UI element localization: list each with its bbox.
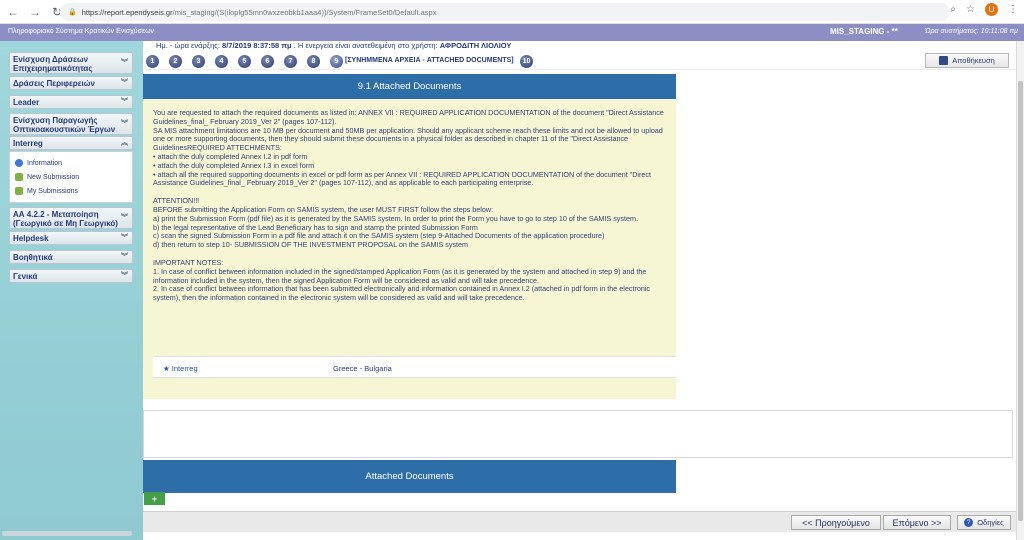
attached-documents-header: Attached Documents bbox=[143, 460, 676, 493]
sidebar-item-leader[interactable]: Leader ︾ bbox=[9, 95, 133, 109]
address-bar[interactable]: 🔒 https://report.ependyseis.gr/mis_stagi… bbox=[60, 3, 950, 21]
zoom-icon[interactable]: ⌕ bbox=[950, 4, 956, 15]
add-document-button[interactable]: + bbox=[144, 492, 165, 505]
lock-icon: 🔒 bbox=[68, 9, 77, 16]
step-6-button[interactable]: 6 bbox=[261, 55, 274, 68]
chevron-down-icon: ︾ bbox=[121, 120, 128, 128]
sidebar-item-processing[interactable]: ΑΑ 4.2.2 - Μεταποίηση (Γεωργικό σε Μη Γε… bbox=[9, 207, 133, 229]
submenu-item-my-submissions[interactable]: My Submissions bbox=[15, 187, 78, 195]
program-row: ★ Interreg Greece - Bulgaria bbox=[153, 356, 676, 378]
program-region: Greece - Bulgaria bbox=[333, 364, 392, 373]
system-time: Ώρα συστήματος: 10:11:08 πμ bbox=[925, 28, 1018, 35]
step-5-button[interactable]: 5 bbox=[238, 55, 251, 68]
url-host: https://report.ependyseis.gr bbox=[81, 7, 173, 17]
browser-actions: ⌕ ☆ U ⋮ bbox=[950, 3, 1018, 16]
page-scrollbar[interactable] bbox=[1016, 41, 1024, 540]
step-3-button[interactable]: 3 bbox=[192, 55, 205, 68]
new-submission-icon bbox=[15, 173, 23, 181]
help-label: Οδηγίες bbox=[977, 518, 1004, 527]
sidebar-item-label: Δράσεις Περιφερειών bbox=[13, 79, 95, 88]
browser-menu-icon[interactable]: ⋮ bbox=[1008, 4, 1018, 15]
step-8-button[interactable]: 8 bbox=[307, 55, 320, 68]
step-10-button[interactable]: 10 bbox=[520, 55, 533, 68]
sidebar: Ενίσχυση Δράσεων Επιχειρηματικότητας ︾ Δ… bbox=[0, 41, 143, 540]
main-content: Ημ. - ώρα ενάρξης: 8/7/2019 8:37:58 πμ .… bbox=[143, 41, 1016, 540]
page-scrollbar-thumb[interactable] bbox=[1018, 81, 1023, 521]
step-bar: 1 2 3 4 5 6 7 8 9 [ΣΥΝΗΜΜΕΝΑ ΑΡΧΕΙΑ - AT… bbox=[143, 52, 1016, 70]
chevron-up-icon: ︽ bbox=[121, 139, 128, 147]
instructions-panel: You are requested to attach the required… bbox=[143, 99, 676, 399]
sidebar-item-general[interactable]: Γενικά ︾ bbox=[9, 269, 133, 283]
chevron-down-icon: ︾ bbox=[121, 272, 128, 280]
forward-icon[interactable]: → bbox=[26, 3, 44, 21]
sidebar-item-business-actions[interactable]: Ενίσχυση Δράσεων Επιχειρηματικότητας ︾ bbox=[9, 52, 133, 74]
sidebar-item-label: Leader bbox=[13, 98, 40, 107]
sidebar-item-auxiliary[interactable]: Βοηθητικά ︾ bbox=[9, 250, 133, 264]
sidebar-item-interreg[interactable]: Interreg ︽ bbox=[9, 136, 133, 150]
interreg-submenu: Information New Submission My Submission… bbox=[9, 151, 133, 203]
chevron-down-icon: ︾ bbox=[121, 214, 128, 222]
info-middle: . Η ενεργεία είναι ανατεθειμένη στο χρήσ… bbox=[293, 41, 438, 50]
previous-button[interactable]: << Προηγούμενο bbox=[791, 515, 881, 530]
browser-toolbar: ← → ↻ 🔒 https://report.ependyseis.gr/mis… bbox=[0, 0, 1024, 24]
sidebar-item-helpdesk[interactable]: Helpdesk ︾ bbox=[9, 231, 133, 245]
chevron-down-icon: ︾ bbox=[121, 234, 128, 242]
help-button[interactable]: ? Οδηγίες bbox=[957, 515, 1011, 530]
submenu-item-information[interactable]: Information bbox=[15, 159, 62, 167]
submenu-label: My Submissions bbox=[27, 187, 78, 195]
info-prefix: Ημ. - ώρα ενάρξης: bbox=[156, 41, 220, 50]
sidebar-item-label: Helpdesk bbox=[13, 234, 49, 243]
comments-textarea[interactable] bbox=[143, 410, 1013, 458]
current-step-label: [ΣΥΝΗΜΜΕΝΑ ΑΡΧΕΙΑ - ATTACHED DOCUMENTS] bbox=[345, 57, 514, 64]
chevron-down-icon: ︾ bbox=[121, 98, 128, 106]
notes-paragraph: IMPORTANT NOTES: 1. In case of conflict … bbox=[153, 257, 651, 303]
step-2-button[interactable]: 2 bbox=[169, 55, 182, 68]
help-icon: ? bbox=[964, 518, 974, 527]
program-link[interactable]: ★ Interreg bbox=[163, 364, 198, 373]
attention-paragraph: ATTENTION!!! BEFORE submitting the Appli… bbox=[153, 196, 638, 250]
step-4-button[interactable]: 4 bbox=[215, 55, 228, 68]
profile-avatar[interactable]: U bbox=[985, 3, 998, 16]
save-label: Αποθήκευση bbox=[952, 56, 995, 65]
sidebar-item-label: Γενικά bbox=[13, 272, 38, 281]
sidebar-item-label: Ενίσχυση Παραγωγής Οπτικοακουστικών Έργω… bbox=[13, 116, 116, 134]
chevron-down-icon: ︾ bbox=[121, 59, 128, 67]
instructions-paragraph: You are requested to attach the required… bbox=[153, 108, 664, 188]
save-disk-icon bbox=[939, 56, 949, 65]
environment-name: MIS_STAGING - ** bbox=[830, 27, 898, 36]
app-title: Πληροφοριακό Σύστημα Κρατικών Ενισχύσεων bbox=[8, 28, 155, 35]
my-submissions-icon bbox=[15, 187, 23, 195]
info-user: ΑΦΡΟΔΙΤΗ ΛΙΟΛΙΟΥ bbox=[439, 41, 512, 50]
bottom-navigation: << Προηγούμενο Επόμενο >> ? Οδηγίες bbox=[143, 511, 1016, 532]
url-path: /mis_staging/(S(iloplg55mn0wxzeobkb1aaa4… bbox=[172, 7, 437, 17]
panel-title: 9.1 Attached Documents bbox=[143, 74, 676, 99]
step-7-button[interactable]: 7 bbox=[284, 55, 297, 68]
submenu-label: Information bbox=[27, 159, 63, 167]
sidebar-item-label: Interreg bbox=[13, 139, 43, 148]
sidebar-scrollbar[interactable] bbox=[2, 531, 132, 536]
step-9-button[interactable]: 9 bbox=[330, 55, 343, 68]
back-icon[interactable]: ← bbox=[4, 3, 22, 21]
step-1-button[interactable]: 1 bbox=[146, 55, 159, 68]
app-header: Πληροφοριακό Σύστημα Κρατικών Ενισχύσεων… bbox=[0, 24, 1024, 41]
save-button[interactable]: Αποθήκευση bbox=[925, 53, 1009, 68]
sidebar-item-label: Βοηθητικά bbox=[13, 253, 53, 262]
sidebar-item-label: ΑΑ 4.2.2 - Μεταποίηση (Γεωργικό σε Μη Γε… bbox=[13, 210, 118, 228]
bookmark-star-icon[interactable]: ☆ bbox=[966, 4, 975, 15]
sidebar-item-regional-actions[interactable]: Δράσεις Περιφερειών ︾ bbox=[9, 76, 133, 90]
info-date: 8/7/2019 8:37:58 πμ bbox=[222, 41, 292, 50]
sidebar-item-label: Ενίσχυση Δράσεων Επιχειρηματικότητας bbox=[13, 55, 93, 73]
chevron-down-icon: ︾ bbox=[121, 79, 128, 87]
session-info: Ημ. - ώρα ενάρξης: 8/7/2019 8:37:58 πμ .… bbox=[156, 41, 511, 50]
chevron-down-icon: ︾ bbox=[121, 253, 128, 261]
submenu-item-new-submission[interactable]: New Submission bbox=[15, 173, 79, 181]
submenu-label: New Submission bbox=[27, 173, 80, 181]
sidebar-item-audiovisual[interactable]: Ενίσχυση Παραγωγής Οπτικοακουστικών Έργω… bbox=[9, 113, 133, 135]
next-button[interactable]: Επόμενο >> bbox=[883, 515, 951, 530]
info-icon bbox=[15, 159, 23, 167]
